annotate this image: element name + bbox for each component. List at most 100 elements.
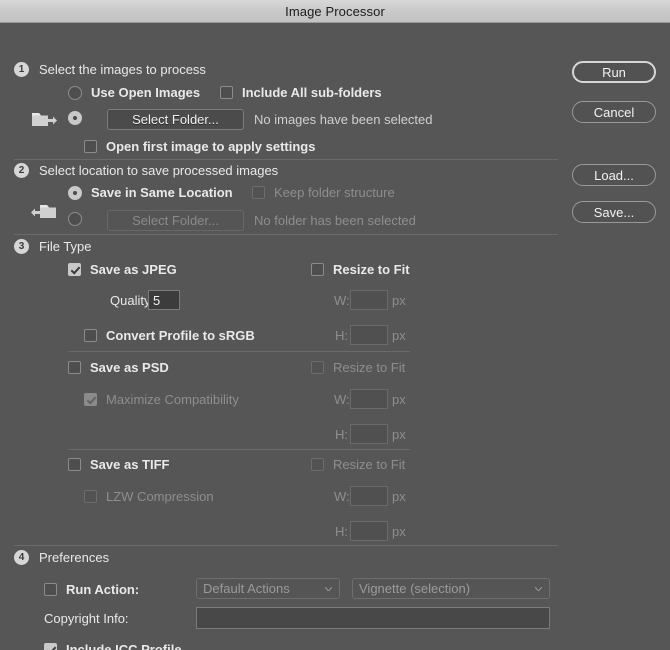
psd-width-row: W: <box>334 392 350 407</box>
run-button[interactable]: Run <box>572 61 656 83</box>
jpeg-resize-label: Resize to Fit <box>333 262 410 277</box>
separator-jpeg-psd <box>68 351 410 352</box>
copyright-info-label: Copyright Info: <box>44 611 129 626</box>
run-action-label: Run Action: <box>66 582 139 597</box>
include-subfolders-row[interactable]: Include All sub-folders <box>220 85 382 100</box>
open-first-image-label: Open first image to apply settings <box>106 139 315 154</box>
convert-srgb-row[interactable]: Convert Profile to sRGB <box>84 328 255 343</box>
separator-3 <box>14 545 558 546</box>
run-action-row[interactable]: Run Action: <box>44 582 139 597</box>
jpeg-width-label: W: <box>334 293 350 308</box>
dest-folder-radio-row[interactable] <box>68 212 82 226</box>
save-tiff-label: Save as TIFF <box>90 457 169 472</box>
psd-height-input[interactable] <box>350 424 388 444</box>
step-3-badge: 3 <box>14 239 29 254</box>
jpeg-height-input[interactable] <box>350 325 388 345</box>
step-1-heading: 1 Select the images to process <box>14 62 206 77</box>
include-icc-checkbox[interactable] <box>44 643 57 650</box>
settings-panel: 1 Select the images to process Use Open … <box>0 23 558 650</box>
save-jpeg-checkbox[interactable] <box>68 263 81 276</box>
source-folder-radio[interactable] <box>68 111 82 125</box>
step-1-title: Select the images to process <box>39 62 206 77</box>
jpeg-height-unit-row: px <box>392 328 406 343</box>
convert-srgb-checkbox[interactable] <box>84 329 97 342</box>
include-subfolders-checkbox[interactable] <box>220 86 233 99</box>
psd-height-label: H: <box>335 427 348 442</box>
dest-select-folder-button[interactable]: Select Folder... <box>107 210 244 231</box>
step-2-title: Select location to save processed images <box>39 163 278 178</box>
folder-out-icon <box>31 109 57 133</box>
step-4-badge: 4 <box>14 550 29 565</box>
save-psd-row[interactable]: Save as PSD <box>68 360 169 375</box>
jpeg-width-unit-row: px <box>392 293 406 308</box>
dest-folder-radio[interactable] <box>68 212 82 226</box>
psd-resize-checkbox[interactable] <box>311 361 324 374</box>
copyright-info-input[interactable] <box>196 607 550 629</box>
psd-width-unit-row: px <box>392 392 406 407</box>
lzw-compression-row[interactable]: LZW Compression <box>84 489 214 504</box>
step-4-title: Preferences <box>39 550 109 565</box>
folder-in-icon <box>31 201 57 225</box>
jpeg-width-row: W: <box>334 293 350 308</box>
lzw-compression-checkbox[interactable] <box>84 490 97 503</box>
open-first-image-row[interactable]: Open first image to apply settings <box>84 139 315 154</box>
save-jpeg-label: Save as JPEG <box>90 262 177 277</box>
psd-resize-label: Resize to Fit <box>333 360 405 375</box>
title-bar: Image Processor <box>0 0 670 23</box>
tiff-resize-checkbox[interactable] <box>311 458 324 471</box>
chevron-down-icon <box>325 587 332 591</box>
tiff-height-label: H: <box>335 524 348 539</box>
include-icc-row[interactable]: Include ICC Profile <box>44 642 182 650</box>
jpeg-height-unit: px <box>392 328 406 343</box>
tiff-width-input[interactable] <box>350 486 388 506</box>
keep-folder-structure-label: Keep folder structure <box>274 185 395 200</box>
open-first-image-checkbox[interactable] <box>84 140 97 153</box>
load-button[interactable]: Load... <box>572 164 656 186</box>
tiff-height-input[interactable] <box>350 521 388 541</box>
source-select-folder-button[interactable]: Select Folder... <box>107 109 244 130</box>
jpeg-resize-checkbox[interactable] <box>311 263 324 276</box>
run-action-checkbox[interactable] <box>44 583 57 596</box>
psd-height-row: H: <box>335 427 348 442</box>
keep-folder-structure-row[interactable]: Keep folder structure <box>252 185 395 200</box>
use-open-images-row[interactable]: Use Open Images <box>68 85 200 100</box>
maximize-compat-row[interactable]: Maximize Compatibility <box>84 392 239 407</box>
action-set-select[interactable]: Default Actions <box>196 578 340 599</box>
save-same-location-label: Save in Same Location <box>91 185 233 200</box>
image-processor-dialog: Image Processor 1 Select the images to p… <box>0 0 670 650</box>
jpeg-quality-input[interactable]: 5 <box>148 290 180 310</box>
copyright-label-row: Copyright Info: <box>44 611 129 626</box>
action-buttons-panel: Run Cancel Load... Save... <box>558 23 670 650</box>
save-tiff-row[interactable]: Save as TIFF <box>68 457 169 472</box>
save-tiff-checkbox[interactable] <box>68 458 81 471</box>
tiff-resize-row[interactable]: Resize to Fit <box>311 457 405 472</box>
source-folder-radio-row[interactable] <box>68 111 82 125</box>
step-2-badge: 2 <box>14 163 29 178</box>
psd-height-unit: px <box>392 427 406 442</box>
maximize-compat-checkbox[interactable] <box>84 393 97 406</box>
source-status-text: No images have been selected <box>254 112 433 127</box>
save-psd-checkbox[interactable] <box>68 361 81 374</box>
psd-width-input[interactable] <box>350 389 388 409</box>
action-name-select[interactable]: Vignette (selection) <box>352 578 550 599</box>
use-open-images-radio[interactable] <box>68 86 82 100</box>
jpeg-resize-row[interactable]: Resize to Fit <box>311 262 410 277</box>
step-1-badge: 1 <box>14 62 29 77</box>
save-jpeg-row[interactable]: Save as JPEG <box>68 262 177 277</box>
save-same-location-row[interactable]: Save in Same Location <box>68 185 233 200</box>
cancel-button[interactable]: Cancel <box>572 101 656 123</box>
jpeg-height-row: H: <box>335 328 348 343</box>
tiff-width-unit-row: px <box>392 489 406 504</box>
jpeg-height-label: H: <box>335 328 348 343</box>
tiff-width-label: W: <box>334 489 350 504</box>
jpeg-width-input[interactable] <box>350 290 388 310</box>
save-psd-label: Save as PSD <box>90 360 169 375</box>
psd-resize-row[interactable]: Resize to Fit <box>311 360 405 375</box>
separator-1 <box>14 159 558 160</box>
tiff-height-row: H: <box>335 524 348 539</box>
separator-2 <box>14 234 558 235</box>
save-button[interactable]: Save... <box>572 201 656 223</box>
psd-width-label: W: <box>334 392 350 407</box>
keep-folder-structure-checkbox[interactable] <box>252 186 265 199</box>
save-same-location-radio[interactable] <box>68 186 82 200</box>
